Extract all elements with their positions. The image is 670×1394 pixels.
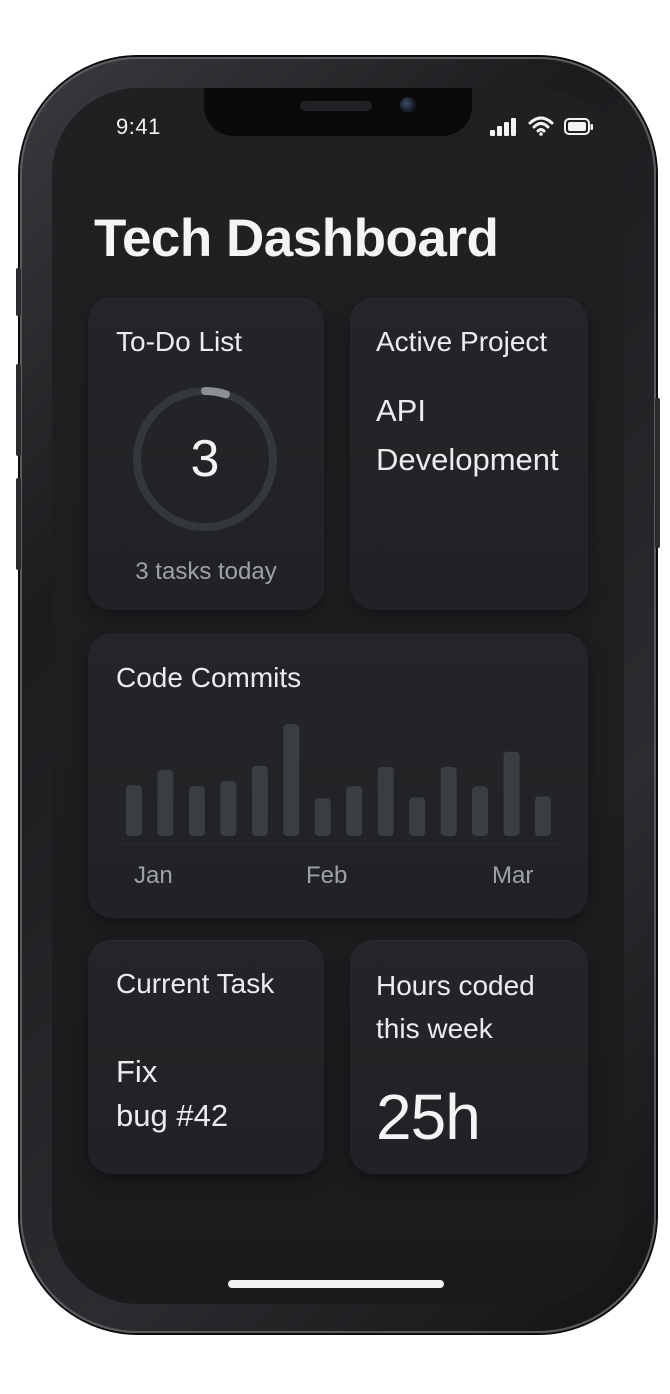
speaker-grille (300, 101, 372, 111)
hours-value: 25h (376, 1081, 481, 1153)
project-name-line1: API (376, 393, 426, 428)
commit-bar-2 (157, 769, 174, 836)
power-button (655, 398, 660, 548)
hours-card-title: Hours coded this week (376, 964, 576, 1050)
task-text: Fix bug #42 (116, 1050, 228, 1138)
commit-bar-12 (472, 786, 489, 836)
commit-bar-9 (377, 766, 394, 836)
notch (204, 88, 472, 136)
active-project-card[interactable]: Active Project API Development (350, 298, 588, 610)
commit-bar-4 (220, 781, 237, 836)
todo-card-title: To-Do List (116, 326, 243, 357)
task-line1: Fix (116, 1054, 158, 1089)
front-camera (400, 97, 416, 113)
commit-bar-5 (251, 765, 268, 836)
task-card-title: Current Task (116, 968, 275, 999)
project-name-line2: Development (376, 442, 559, 477)
wifi-icon (528, 116, 554, 136)
commit-bar-6 (283, 724, 300, 836)
project-card-title: Active Project (376, 326, 548, 357)
hours-label-line1: Hours coded (376, 970, 535, 1001)
status-time: 9:41 (116, 114, 161, 139)
commit-bar-10 (409, 797, 426, 836)
todo-card[interactable]: To-Do List 3 3 tasks today (88, 298, 324, 610)
commit-bar-3 (188, 786, 205, 836)
x-tick-feb: Feb (306, 862, 348, 889)
signal-icon (490, 118, 516, 136)
commit-bar-14 (535, 796, 551, 836)
commit-bar-11 (440, 766, 457, 836)
commit-bar-7 (314, 798, 331, 836)
current-task-card[interactable]: Current Task Fix bug #42 (88, 940, 324, 1174)
todo-subtitle: 3 tasks today (135, 558, 277, 585)
x-tick-mar: Mar (492, 862, 534, 889)
volume-down-button (16, 478, 21, 570)
todo-progress-ring: 3 (130, 384, 280, 534)
volume-up-button (16, 364, 21, 456)
status-icons (490, 116, 594, 136)
project-name: API Development (376, 386, 559, 484)
x-tick-jan: Jan (134, 862, 173, 889)
code-commits-card[interactable]: Code Commits Jan Feb Mar (88, 634, 588, 918)
task-line2: bug #42 (116, 1098, 229, 1133)
screen: 9:41 Tech Dashboard To-Do List 3 3 tasks… (52, 88, 624, 1304)
hours-label-line2: this week (376, 1013, 493, 1044)
silent-switch (16, 268, 21, 316)
hours-coded-card[interactable]: Hours coded this week 25h (350, 940, 588, 1174)
battery-icon (564, 118, 593, 135)
commit-bar-1 (126, 785, 142, 836)
commit-bar-13 (503, 751, 520, 836)
commits-bar-chart (126, 724, 551, 836)
chart-baseline (118, 844, 558, 845)
home-indicator[interactable] (228, 1280, 444, 1288)
todo-count: 3 (190, 430, 220, 488)
page-title: Tech Dashboard (94, 209, 499, 268)
commit-bar-8 (346, 786, 363, 836)
